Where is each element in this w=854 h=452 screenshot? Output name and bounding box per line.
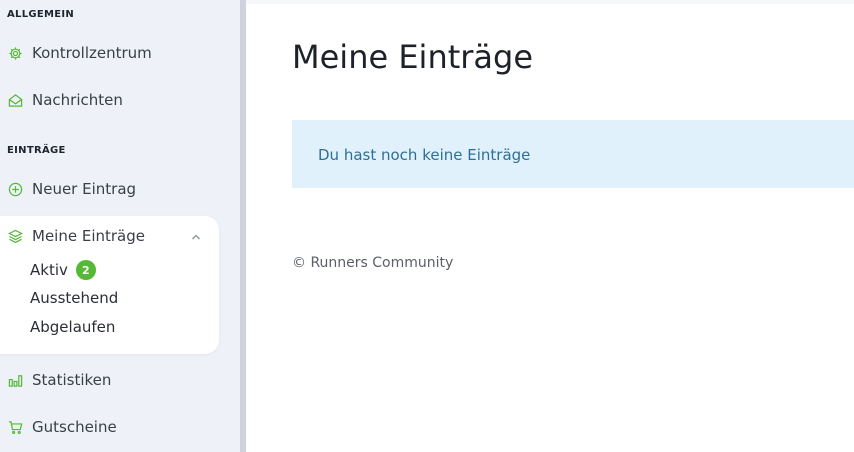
sidebar-item-meine-eintraege[interactable]: Meine Einträge [7, 227, 145, 245]
sidebar-item-neuer-eintrag[interactable]: Neuer Eintrag [7, 180, 136, 198]
sidebar-item-label: Statistiken [32, 371, 112, 389]
count-badge: 2 [75, 260, 96, 280]
section-title-eintraege: EINTRÄGE [7, 145, 66, 156]
sub-item-abgelaufen[interactable]: Abgelaufen [30, 318, 115, 336]
sidebar-item-label: Kontrollzentrum [32, 44, 152, 62]
top-bar [246, 0, 854, 4]
sidebar-item-label: Meine Einträge [32, 227, 145, 245]
layers-icon [7, 228, 23, 244]
section-title-allgemein: ALLGEMEIN [7, 9, 75, 20]
sub-item-label: Aktiv [30, 261, 68, 279]
envelope-open-icon [7, 92, 23, 108]
sub-item-label: Ausstehend [30, 289, 119, 307]
gear-icon [7, 45, 23, 61]
info-notice: Du hast noch keine Einträge [292, 120, 854, 188]
chevron-up-icon[interactable] [190, 231, 202, 243]
sidebar-item-label: Neuer Eintrag [32, 180, 137, 198]
cart-icon [7, 419, 23, 435]
notice-text: Du hast noch keine Einträge [318, 146, 531, 164]
sidebar-item-nachrichten[interactable]: Nachrichten [7, 91, 123, 109]
sidebar-item-gutscheine[interactable]: Gutscheine [7, 418, 117, 436]
sidebar-item-statistiken[interactable]: Statistiken [7, 371, 111, 389]
plus-circle-icon [7, 181, 23, 197]
sub-item-label: Abgelaufen [30, 318, 116, 336]
footer-copyright: © Runners Community [292, 255, 454, 271]
sub-item-ausstehend[interactable]: Ausstehend [30, 289, 118, 307]
sidebar-item-label: Nachrichten [32, 91, 123, 109]
page-title: Meine Einträge [292, 38, 534, 76]
sidebar-divider [240, 0, 246, 452]
bar-chart-icon [7, 372, 23, 388]
sidebar-item-label: Gutscheine [32, 418, 117, 436]
sidebar-item-kontrollzentrum[interactable]: Kontrollzentrum [7, 44, 152, 62]
sub-item-aktiv[interactable]: Aktiv 2 [30, 260, 96, 280]
